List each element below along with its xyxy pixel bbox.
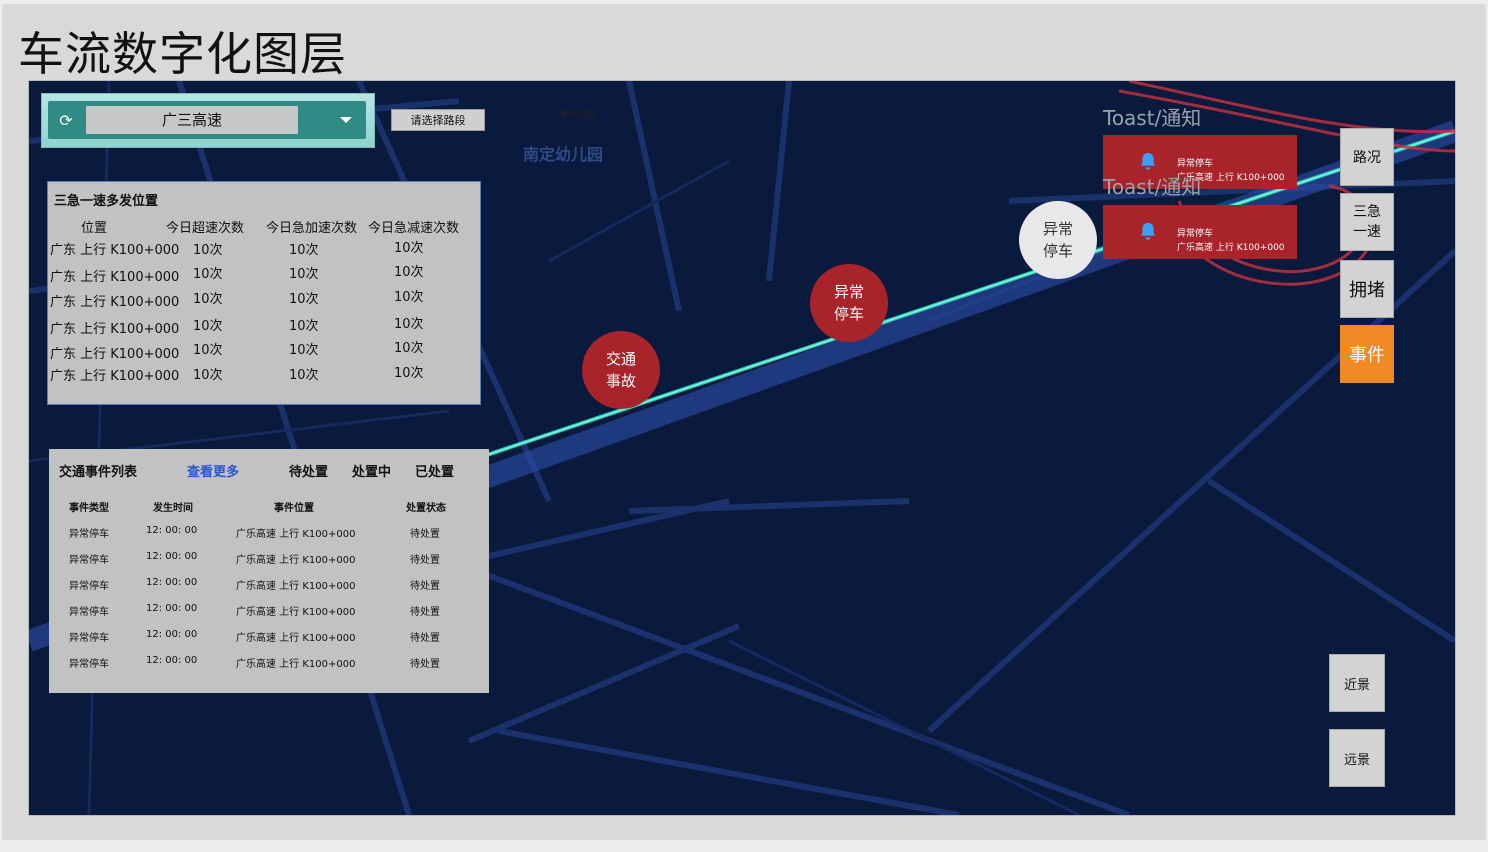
hotspot-cell: 广东 上行 K100+000 bbox=[50, 369, 180, 384]
event-status-cell: 待处置 bbox=[410, 581, 440, 592]
hotspot-panel: 三急一速多发位置 位置 今日超速次数 今日急加速次数 今日急减速次数 广东 上行… bbox=[47, 181, 481, 405]
tab-processing[interactable]: 处置中 bbox=[352, 461, 391, 480]
event-time-cell: 12: 00: 00 bbox=[146, 655, 198, 666]
layer-button-events[interactable]: 事件 bbox=[1340, 325, 1394, 383]
event-time-cell: 12: 00: 00 bbox=[146, 525, 198, 536]
map-marker-abnormal-parking[interactable]: 异常 停车 bbox=[810, 264, 888, 342]
event-status-cell: 待处置 bbox=[410, 529, 440, 540]
marker-label: 停车 bbox=[833, 305, 864, 323]
hotspot-cell: 10次 bbox=[289, 243, 319, 258]
event-type-cell: 异常停车 bbox=[69, 659, 109, 670]
hotspot-cell: 10次 bbox=[289, 319, 319, 334]
event-location-cell: 广乐高速 上行 K100+000 bbox=[236, 581, 356, 592]
app-frame: 车流数字化图层 ⟳ 广三高速 请选择路段 事件告警 南定幼儿园 三急一速多发位置… bbox=[2, 4, 1486, 840]
map-marker-abnormal-parking-selected[interactable]: 异常 停车 bbox=[1019, 201, 1097, 279]
event-type-cell: 异常停车 bbox=[69, 633, 109, 644]
traffic-events-panel: 交通事件列表 查看更多 待处置 处置中 已处置 事件类型 发生时间 事件位置 处… bbox=[49, 449, 489, 693]
marker-label: 异常 bbox=[1042, 220, 1073, 238]
hotspot-cell: 广东 上行 K100+000 bbox=[50, 270, 180, 285]
chevron-down-icon[interactable] bbox=[340, 117, 352, 123]
hotspot-cell: 10次 bbox=[289, 292, 319, 307]
event-time-cell: 12: 00: 00 bbox=[146, 603, 198, 614]
route-selector-value[interactable]: 广三高速 bbox=[86, 106, 298, 134]
toast-title: 异常停车 bbox=[1177, 229, 1214, 239]
toast-body: 广乐高速 上行 K100+000 bbox=[1177, 243, 1285, 253]
map-canvas[interactable]: ⟳ 广三高速 请选择路段 事件告警 南定幼儿园 三急一速多发位置 位置 今日超速… bbox=[28, 80, 1456, 816]
hotspot-cell: 广东 上行 K100+000 bbox=[50, 243, 180, 258]
layer-button-road-condition[interactable]: 路况 bbox=[1340, 128, 1394, 186]
event-status-cell: 待处置 bbox=[410, 555, 440, 566]
hotspot-cell: 10次 bbox=[394, 241, 424, 256]
toast-label: Toast/通知 bbox=[1103, 106, 1202, 130]
bell-icon bbox=[1140, 152, 1156, 170]
marker-label: 交通 bbox=[605, 350, 636, 368]
hotspot-cell: 广东 上行 K100+000 bbox=[50, 295, 180, 310]
marker-label: 停车 bbox=[1042, 242, 1073, 260]
event-status-cell: 待处置 bbox=[410, 633, 440, 644]
map-marker-accident[interactable]: 交通 事故 bbox=[582, 331, 660, 409]
hotspot-cell: 10次 bbox=[193, 343, 223, 358]
event-time-cell: 12: 00: 00 bbox=[146, 629, 198, 640]
marker-label: 事故 bbox=[605, 372, 636, 390]
hotspot-cell: 10次 bbox=[289, 343, 319, 358]
far-view-button[interactable]: 远景 bbox=[1329, 729, 1385, 787]
event-status-cell: 待处置 bbox=[410, 659, 440, 670]
event-location-cell: 广乐高速 上行 K100+000 bbox=[236, 529, 356, 540]
page-title: 车流数字化图层 bbox=[18, 27, 347, 81]
events-col-header: 发生时间 bbox=[153, 503, 193, 514]
hotspot-col-header: 今日急加速次数 bbox=[266, 221, 358, 236]
hotspot-col-header: 今日急减速次数 bbox=[368, 221, 460, 236]
tab-pending[interactable]: 待处置 bbox=[289, 461, 328, 480]
hotspot-cell: 10次 bbox=[394, 265, 424, 280]
layer-button-driving-behavior[interactable]: 三急一速 bbox=[1340, 193, 1394, 251]
hotspot-col-header: 位置 bbox=[81, 221, 108, 236]
event-type-cell: 异常停车 bbox=[69, 555, 109, 566]
hotspot-cell: 10次 bbox=[394, 317, 424, 332]
choose-segment-button[interactable]: 请选择路段 bbox=[391, 109, 485, 131]
toast-notification[interactable]: 异常停车 广乐高速 上行 K100+000 bbox=[1103, 205, 1297, 259]
hotspot-cell: 10次 bbox=[394, 290, 424, 305]
event-alert-label: 事件告警 bbox=[559, 111, 596, 121]
route-selector-inner: ⟳ 广三高速 bbox=[48, 101, 366, 139]
events-col-header: 处置状态 bbox=[406, 503, 446, 514]
hotspot-cell: 广东 上行 K100+000 bbox=[50, 347, 180, 362]
route-selector[interactable]: ⟳ 广三高速 bbox=[41, 93, 375, 148]
hotspot-cell: 10次 bbox=[193, 267, 223, 282]
marker-label: 异常 bbox=[833, 283, 864, 301]
event-location-cell: 广乐高速 上行 K100+000 bbox=[236, 607, 356, 618]
toast-title: 异常停车 bbox=[1177, 159, 1214, 169]
hotspot-cell: 广东 上行 K100+000 bbox=[50, 322, 180, 337]
near-view-button[interactable]: 近景 bbox=[1329, 654, 1385, 712]
event-time-cell: 12: 00: 00 bbox=[146, 551, 198, 562]
hotspot-col-header: 今日超速次数 bbox=[166, 221, 245, 236]
events-col-header: 事件位置 bbox=[274, 503, 314, 514]
events-panel-title: 交通事件列表 bbox=[59, 465, 138, 480]
map-poi-label: 南定幼儿园 bbox=[523, 145, 604, 164]
hotspot-cell: 10次 bbox=[289, 267, 319, 282]
hotspot-cell: 10次 bbox=[193, 368, 223, 383]
event-type-cell: 异常停车 bbox=[69, 607, 109, 618]
view-more-link[interactable]: 查看更多 bbox=[187, 461, 239, 480]
layer-button-congestion[interactable]: 拥堵 bbox=[1340, 260, 1394, 318]
event-location-cell: 广乐高速 上行 K100+000 bbox=[236, 633, 356, 644]
event-status-cell: 待处置 bbox=[410, 607, 440, 618]
event-type-cell: 异常停车 bbox=[69, 581, 109, 592]
bell-icon bbox=[1140, 222, 1156, 240]
tab-processed[interactable]: 已处置 bbox=[415, 461, 454, 480]
hotspot-panel-title: 三急一速多发位置 bbox=[54, 194, 159, 209]
event-location-cell: 广乐高速 上行 K100+000 bbox=[236, 659, 356, 670]
hotspot-cell: 10次 bbox=[394, 366, 424, 381]
hotspot-cell: 10次 bbox=[289, 368, 319, 383]
hotspot-cell: 10次 bbox=[193, 292, 223, 307]
event-location-cell: 广乐高速 上行 K100+000 bbox=[236, 555, 356, 566]
hotspot-cell: 10次 bbox=[193, 319, 223, 334]
toast-label: Toast/通知 bbox=[1103, 175, 1202, 199]
hotspot-cell: 10次 bbox=[394, 341, 424, 356]
events-col-header: 事件类型 bbox=[69, 503, 109, 514]
event-type-cell: 异常停车 bbox=[69, 529, 109, 540]
event-time-cell: 12: 00: 00 bbox=[146, 577, 198, 588]
refresh-icon[interactable]: ⟳ bbox=[56, 111, 76, 131]
hotspot-cell: 10次 bbox=[193, 243, 223, 258]
